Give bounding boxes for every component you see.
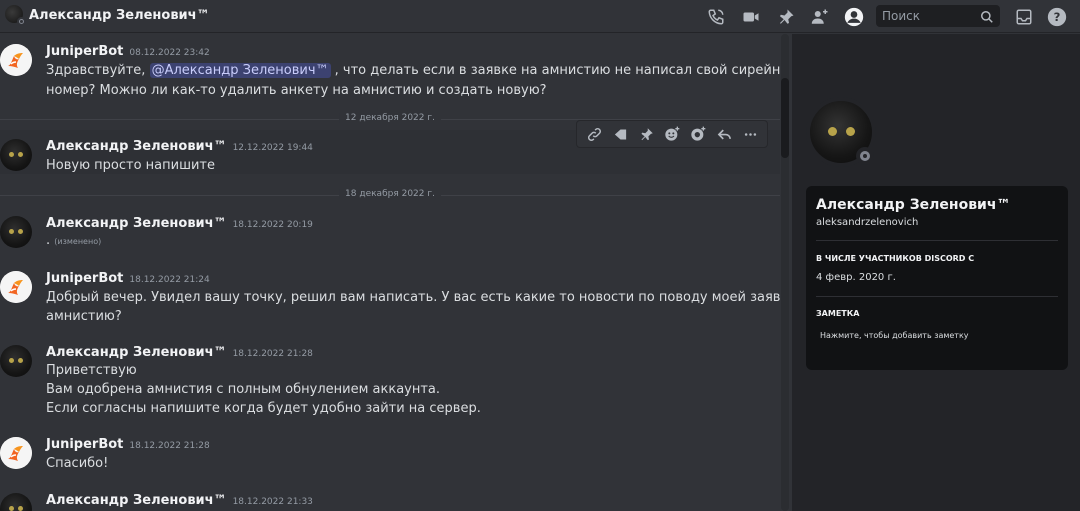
- message-text-line: Если согласны напишите когда будет удобн…: [46, 401, 481, 416]
- message-list: JuniperBot 08.12.2022 23:42 Здравствуйте,…: [0, 34, 780, 511]
- message-timestamp: 18.12.2022 20:19: [232, 220, 313, 230]
- message-author[interactable]: Александр Зеленович™ 12.12.2022 19:44: [46, 139, 313, 154]
- svg-text:?: ?: [1054, 10, 1061, 24]
- member-since-date: 4 февр. 2020 г.: [816, 272, 896, 283]
- edited-label: (изменено): [54, 237, 102, 246]
- message-item[interactable]: JuniperBot 08.12.2022 23:42 Здравствуйте,…: [0, 40, 780, 100]
- juniperbot-avatar[interactable]: [0, 44, 32, 76]
- message-timestamp: 18.12.2022 21:28: [129, 441, 210, 451]
- search-icon: [980, 9, 994, 23]
- note-heading: ЗАМЕТКА: [816, 309, 860, 318]
- pin-icon[interactable]: [775, 6, 797, 28]
- status-offline-icon: [17, 17, 26, 26]
- profile-username: aleksandrzelenovich: [816, 217, 919, 228]
- message-text-line: Добрый вечер. Увидел вашу точку, решил в…: [46, 290, 780, 305]
- profile-card: Александр Зеленович™ aleksandrzelenovich…: [806, 186, 1068, 370]
- user-mention[interactable]: @Александр Зеленович™: [149, 63, 331, 78]
- scrollbar-thumb[interactable]: [781, 78, 789, 158]
- message-text-line: . (изменено): [46, 233, 102, 248]
- message-text-line: амнистию?: [46, 309, 122, 324]
- message-timestamp: 18.12.2022 21:33: [232, 497, 313, 507]
- user-avatar[interactable]: [0, 139, 32, 171]
- message-author[interactable]: JuniperBot 08.12.2022 23:42: [46, 44, 210, 59]
- add-member-icon[interactable]: [809, 6, 831, 28]
- message-timestamp: 12.12.2022 19:44: [232, 143, 313, 153]
- message-text-line: номер? Можно ли как-то удалить анкету на…: [46, 83, 547, 98]
- note-input[interactable]: Нажмите, чтобы добавить заметку: [816, 326, 1058, 348]
- profile-display-name: Александр Зеленович™: [816, 197, 1011, 213]
- message-item[interactable]: Александр Зеленович™ 18.12.2022 21:28 При…: [0, 343, 780, 423]
- juniperbot-avatar[interactable]: [0, 437, 32, 469]
- message-timestamp: 18.12.2022 21:24: [129, 275, 210, 285]
- search-input[interactable]: [876, 5, 976, 27]
- user-avatar[interactable]: [0, 345, 32, 377]
- message-item[interactable]: Александр Зеленович™ 18.12.2022 20:19 . (…: [0, 214, 780, 254]
- message-timestamp: 08.12.2022 23:42: [129, 48, 210, 58]
- message-item[interactable]: JuniperBot 18.12.2022 21:24 Добрый вечер.…: [0, 270, 780, 330]
- channel-header: Александр Зеленович™ ?: [0, 0, 1080, 33]
- message-author[interactable]: Александр Зеленович™ 18.12.2022 21:28: [46, 345, 313, 360]
- message-text-line: Спасибо!: [46, 456, 109, 471]
- message-item[interactable]: Александр Зеленович™ 12.12.2022 19:44 Нов…: [0, 137, 780, 177]
- date-divider: 18 декабря 2022 г.: [0, 189, 780, 199]
- search-box[interactable]: [876, 5, 1000, 27]
- message-author[interactable]: Александр Зеленович™ 18.12.2022 20:19: [46, 216, 313, 231]
- message-text-line: Здравствуйте, @Александр Зеленович™ , чт…: [46, 63, 780, 78]
- help-icon[interactable]: ?: [1046, 6, 1068, 28]
- message-text-line: Вам одобрена амнистия с полным обнуление…: [46, 382, 441, 397]
- message-text-line: Приветствую: [46, 363, 137, 378]
- header-avatar: [5, 5, 26, 26]
- user-avatar[interactable]: [0, 216, 32, 248]
- user-profile-panel: Александр Зеленович™ aleksandrzelenovich…: [792, 34, 1080, 511]
- divider: [816, 296, 1058, 297]
- message-timestamp: 18.12.2022 21:28: [232, 349, 313, 359]
- message-author[interactable]: Александр Зеленович™ 18.12.2022 21:33: [46, 493, 313, 508]
- divider: [816, 240, 1058, 241]
- inbox-icon[interactable]: [1013, 6, 1035, 28]
- member-since-heading: В ЧИСЛЕ УЧАСТНИКОВ DISCORD С: [816, 254, 975, 263]
- video-icon[interactable]: [740, 6, 762, 28]
- message-item[interactable]: JuniperBot 18.12.2022 21:28 Спасибо!: [0, 436, 780, 476]
- status-offline-icon: [856, 147, 874, 165]
- phone-call-icon[interactable]: [705, 6, 727, 28]
- message-author[interactable]: JuniperBot 18.12.2022 21:28: [46, 437, 210, 452]
- message-author[interactable]: JuniperBot 18.12.2022 21:24: [46, 271, 210, 286]
- channel-title: Александр Зеленович™: [29, 8, 210, 23]
- message-item[interactable]: Александр Зеленович™ 18.12.2022 21:33: [0, 491, 780, 511]
- juniperbot-avatar[interactable]: [0, 271, 32, 303]
- user-avatar[interactable]: [0, 493, 32, 511]
- message-text-line: Новую просто напишите: [46, 158, 215, 173]
- user-profile-icon[interactable]: [843, 6, 865, 28]
